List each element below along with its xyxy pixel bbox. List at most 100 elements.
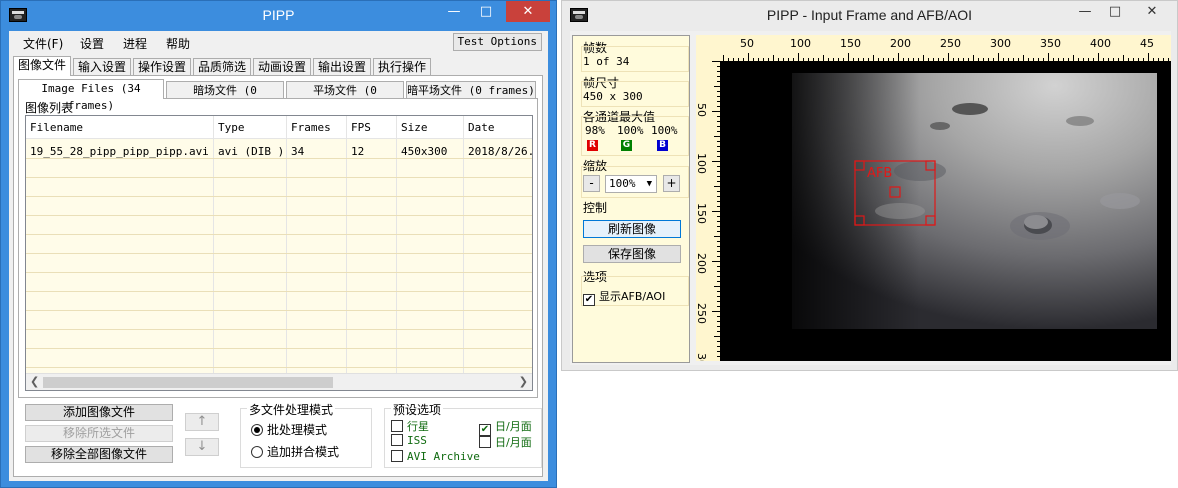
tab-output[interactable]: 输出设置	[313, 58, 371, 76]
show-afb-aoi-checkbox[interactable]: ✔ 显示AFB/AOI	[583, 288, 665, 306]
checkbox-checked-icon[interactable]: ✔	[583, 294, 595, 306]
afb-label: AFB	[867, 166, 892, 181]
grid-line	[26, 253, 532, 254]
checkbox-icon[interactable]	[479, 436, 491, 448]
checkbox-icon[interactable]	[391, 450, 403, 462]
subtab-image-files[interactable]: Image Files (34 frames)	[18, 79, 164, 112]
checkbox-icon[interactable]	[391, 420, 403, 432]
grid-line	[26, 367, 532, 368]
move-down-button[interactable]: ↓	[185, 438, 219, 456]
tab-animation[interactable]: 动画设置	[253, 58, 311, 76]
ruler-tick	[1098, 53, 1099, 61]
grid-line	[26, 329, 532, 330]
radio-selected-icon[interactable]	[251, 424, 263, 436]
test-options-button[interactable]: Test Options	[452, 33, 542, 51]
grid-line	[26, 158, 532, 159]
ruler-x-label: 150	[840, 37, 861, 50]
frame-count-value: 1 of 34	[583, 55, 630, 68]
preset-options-title: 预设选项	[391, 401, 444, 418]
ruler-x-label: 350	[1040, 37, 1061, 50]
zoom-select[interactable]: 100% ▼	[605, 175, 657, 193]
add-image-files-button[interactable]: 添加图像文件	[25, 404, 173, 421]
col-frames[interactable]: Frames	[291, 121, 331, 134]
zoom-out-button[interactable]: -	[583, 175, 600, 192]
red-channel-badge: R	[587, 140, 598, 151]
input-frame-window: PIPP - Input Frame and AFB/AOI — □ ✕ 帧数 …	[561, 0, 1178, 371]
close-button[interactable]: ✕	[1131, 1, 1173, 22]
remove-all-button[interactable]: 移除全部图像文件	[25, 446, 173, 463]
maximize-button[interactable]: □	[472, 1, 500, 22]
horizontal-scrollbar[interactable]: ❮ ❯	[26, 373, 532, 390]
frame-title-bar[interactable]: PIPP - Input Frame and AFB/AOI — □ ✕	[562, 1, 1177, 31]
radio-batch-label: 批处理模式	[267, 423, 328, 437]
horizontal-ruler: 50 100 150 200 250 300 350 400 45	[696, 35, 1171, 61]
close-button[interactable]: ✕	[506, 1, 550, 22]
radio-append-mode[interactable]: 追加拼合模式	[251, 443, 339, 460]
cell-fps: 12	[351, 145, 365, 158]
col-type[interactable]: Type	[218, 121, 245, 134]
preset-solar-lunar-2[interactable]: 日/月面	[479, 434, 532, 450]
ruler-y-label: 50	[696, 103, 708, 117]
preset-planet[interactable]: 行星	[391, 418, 429, 434]
multi-file-mode-title: 多文件处理模式	[247, 401, 336, 418]
subtab-dark-flat-files[interactable]: 暗平场文件 (0 frames)	[406, 81, 536, 99]
preset-avi-archive[interactable]: AVI Archive	[391, 450, 480, 463]
ruler-tick	[798, 53, 799, 61]
image-list[interactable]: Filename Type Frames FPS Size Date 19_55…	[25, 115, 533, 391]
col-fps[interactable]: FPS	[351, 121, 371, 134]
ruler-x-label: 400	[1090, 37, 1111, 50]
ruler-tick	[898, 53, 899, 61]
ruler-tick	[848, 53, 849, 61]
preset-planet-label: 行星	[407, 420, 429, 433]
subtab-flat-files[interactable]: 平场文件 (0 frames)	[286, 81, 404, 114]
subtab-dark-files[interactable]: 暗场文件 (0 frames)	[166, 81, 284, 114]
col-filename[interactable]: Filename	[30, 121, 83, 134]
preset-avi-archive-label: AVI Archive	[407, 450, 480, 463]
tab-quality[interactable]: 品质筛选	[193, 58, 251, 76]
zoom-in-button[interactable]: +	[663, 175, 680, 192]
ruler-x-label: 200	[890, 37, 911, 50]
checkbox-icon[interactable]	[391, 434, 403, 446]
maximize-button[interactable]: □	[1101, 1, 1129, 22]
ruler-x-label: 50	[740, 37, 754, 50]
ruler-tick	[712, 111, 720, 112]
show-afb-aoi-label: 显示AFB/AOI	[599, 290, 666, 303]
title-bar[interactable]: PIPP — □ ✕	[1, 1, 556, 31]
grid-line	[26, 348, 532, 349]
scroll-right-icon[interactable]: ❯	[519, 375, 528, 388]
preset-iss[interactable]: ISS	[391, 434, 427, 447]
menu-process[interactable]: 进程	[123, 35, 147, 52]
ruler-tick	[998, 53, 999, 61]
radio-unselected-icon[interactable]	[251, 446, 263, 458]
radio-batch-mode[interactable]: 批处理模式	[251, 421, 327, 438]
menu-file[interactable]: 文件(F)	[23, 35, 63, 52]
input-frame-view[interactable]: AFB	[720, 61, 1171, 361]
cell-size: 450x300	[401, 145, 448, 158]
col-date[interactable]: Date	[468, 121, 495, 134]
menu-help[interactable]: 帮助	[166, 35, 190, 52]
save-image-button[interactable]: 保存图像	[583, 245, 681, 263]
channel-b-pct: 100%	[651, 124, 678, 137]
tab-processing[interactable]: 操作设置	[133, 58, 191, 76]
main-client-area: 文件(F) 设置 进程 帮助 Test Options 图像文件 输入设置 操作…	[9, 31, 548, 481]
scroll-left-icon[interactable]: ❮	[30, 375, 39, 388]
minimize-button[interactable]: —	[440, 1, 468, 22]
ruler-x-label: 100	[790, 37, 811, 50]
multi-file-mode-group: 多文件处理模式 批处理模式 追加拼合模式	[240, 401, 372, 468]
tab-execute[interactable]: 执行操作	[373, 58, 431, 76]
ruler-tick	[748, 53, 749, 61]
frame-control-panel: 帧数 1 of 34 帧尺寸 450 x 300 各通道最大值 98% 100%…	[572, 35, 690, 363]
tab-input-settings[interactable]: 输入设置	[73, 58, 131, 76]
minimize-button[interactable]: —	[1071, 1, 1099, 22]
channel-g-pct: 100%	[617, 124, 644, 137]
grid-line	[26, 196, 532, 197]
scroll-thumb[interactable]	[43, 377, 333, 388]
move-up-button[interactable]: ↑	[185, 413, 219, 431]
menu-settings[interactable]: 设置	[80, 35, 104, 52]
tab-image-files[interactable]: 图像文件	[13, 56, 71, 76]
preset-solar-lunar-label: 日/月面	[495, 420, 532, 433]
ruler-x-label: 250	[940, 37, 961, 50]
refresh-image-button[interactable]: 刷新图像	[583, 220, 681, 238]
col-size[interactable]: Size	[401, 121, 428, 134]
remove-selected-button[interactable]: 移除所选文件	[25, 425, 173, 442]
